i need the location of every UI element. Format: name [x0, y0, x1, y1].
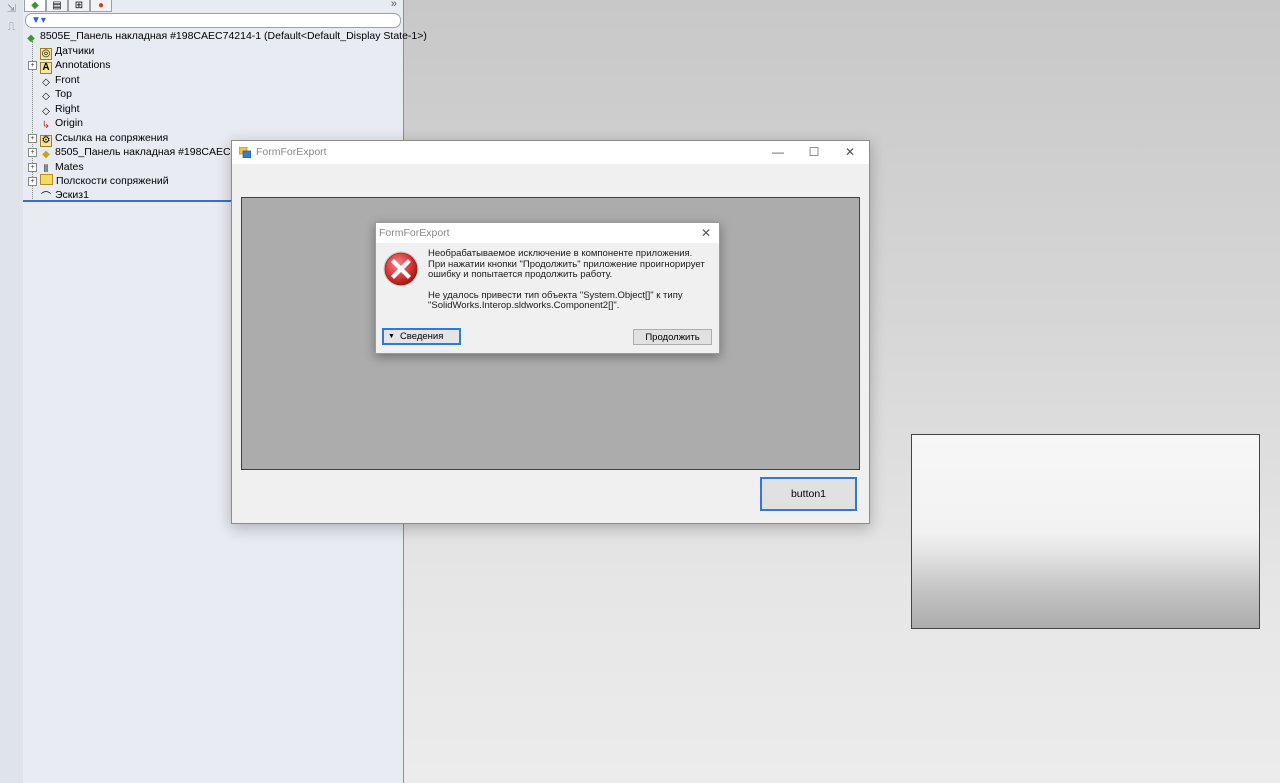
close-icon: ✕ [700, 226, 712, 240]
close-icon: ✕ [844, 145, 856, 159]
tree-item-mate-planes-folder[interactable]: + Полскости сопряжений [28, 174, 169, 188]
maximize-button[interactable]: ☐ [796, 141, 832, 164]
tree-item-label: Mates [55, 161, 84, 173]
expand-toggle[interactable]: + [28, 148, 37, 157]
tab-configuration-manager[interactable]: ⊞ [68, 0, 90, 12]
tree-item-annotations[interactable]: + A Annotations [28, 58, 111, 74]
app-window-icon [239, 147, 251, 158]
button1[interactable]: button1 [760, 477, 857, 511]
tree-filter-input[interactable]: ▼▾ [25, 13, 401, 28]
tree-root-label: 8505E_Панель накладная #198CAEC74214-1 (… [40, 30, 427, 42]
preview-thumbnail [911, 434, 1260, 629]
assembly-icon: ◆ [27, 33, 35, 44]
tree-item-label: Ссылка на сопряжения [55, 132, 169, 144]
tree-item-label: Annotations [55, 59, 111, 71]
main-window-title: FormForExport [256, 146, 327, 158]
tree-item-top-plane[interactable]: ◇ Top [40, 87, 72, 102]
error-dialog-title: FormForExport [379, 227, 450, 239]
left-toolbar-strip: ⇲ ⎍ [0, 0, 24, 783]
error-dialog: FormForExport ✕ Необрабатываемое исключе… [375, 222, 720, 354]
filter-funnel-icon[interactable]: ▼▾ [31, 14, 46, 27]
feature-tree-icon: ◆ [31, 0, 39, 11]
maximize-icon: ☐ [808, 145, 820, 159]
tab-feature-tree[interactable]: ◆ [24, 0, 46, 12]
error-message: Необрабатываемое исключение в компоненте… [428, 248, 708, 322]
close-button[interactable]: ✕ [832, 141, 868, 164]
tree-root-assembly[interactable]: ◆ 8505E_Панель накладная #198CAEC74214-1 … [25, 29, 427, 44]
tree-item-mate-references[interactable]: + ⚙ Ссылка на сопряжения [28, 131, 169, 147]
expand-toggle[interactable]: + [28, 177, 37, 186]
minimize-button[interactable]: — [760, 141, 796, 164]
error-message-main: Необрабатываемое исключение в компоненте… [428, 248, 705, 280]
tree-item-label: Полскости сопряжений [56, 175, 169, 187]
main-titlebar[interactable]: FormForExport — ☐ ✕ [232, 141, 869, 164]
sketch-icon: ⌒ [41, 192, 51, 203]
folder-icon [40, 174, 53, 185]
tree-item-label: 8505_Панель накладная #198CAEC74214 [55, 146, 260, 158]
error-icon [383, 251, 419, 287]
tree-item-mates[interactable]: + ⫴ Mates [28, 160, 84, 175]
configuration-icon: ⊞ [74, 0, 84, 11]
details-button[interactable]: ▼ Сведения [382, 328, 461, 345]
tab-property-manager[interactable]: ▤ [46, 0, 68, 12]
details-button-label: Сведения [399, 331, 444, 342]
error-dialog-close-button[interactable]: ✕ [697, 223, 715, 243]
strip-icon-1[interactable]: ⇲ [4, 2, 19, 16]
tab-display-manager[interactable]: ● [90, 0, 112, 12]
tree-item-label: Right [55, 103, 80, 115]
tree-item-sensors[interactable]: ◎ Датчики [40, 44, 95, 60]
feature-manager-tabs: ◆ ▤ ⊞ ● » [23, 0, 403, 12]
expand-toggle[interactable]: + [28, 134, 37, 143]
tree-item-label: Top [55, 88, 72, 100]
strip-icon-2[interactable]: ⎍ [4, 20, 19, 34]
display-manager-icon: ● [97, 0, 105, 11]
tree-item-right-plane[interactable]: ◇ Right [40, 102, 80, 117]
tree-item-front-plane[interactable]: ◇ Front [40, 73, 80, 88]
tree-item-label: Front [55, 74, 80, 86]
tree-item-label: Датчики [55, 45, 95, 57]
tabs-expand-icon[interactable]: » [391, 0, 397, 10]
error-message-detail: Не удалось привести тип объекта "System.… [428, 289, 683, 311]
error-dialog-titlebar[interactable]: FormForExport ✕ [376, 223, 719, 243]
tree-item-label: Origin [55, 117, 84, 129]
caret-down-icon: ▼ [388, 333, 395, 340]
tree-item-origin[interactable]: ↳ Origin [40, 116, 84, 131]
tree-item-part[interactable]: + ◆ 8505_Панель накладная #198CAEC74214 [28, 145, 260, 160]
expand-toggle[interactable]: + [28, 61, 37, 70]
property-icon: ▤ [52, 0, 62, 11]
minimize-icon: — [772, 145, 784, 159]
expand-toggle[interactable]: + [28, 163, 37, 172]
continue-button[interactable]: Продолжить [633, 329, 712, 345]
